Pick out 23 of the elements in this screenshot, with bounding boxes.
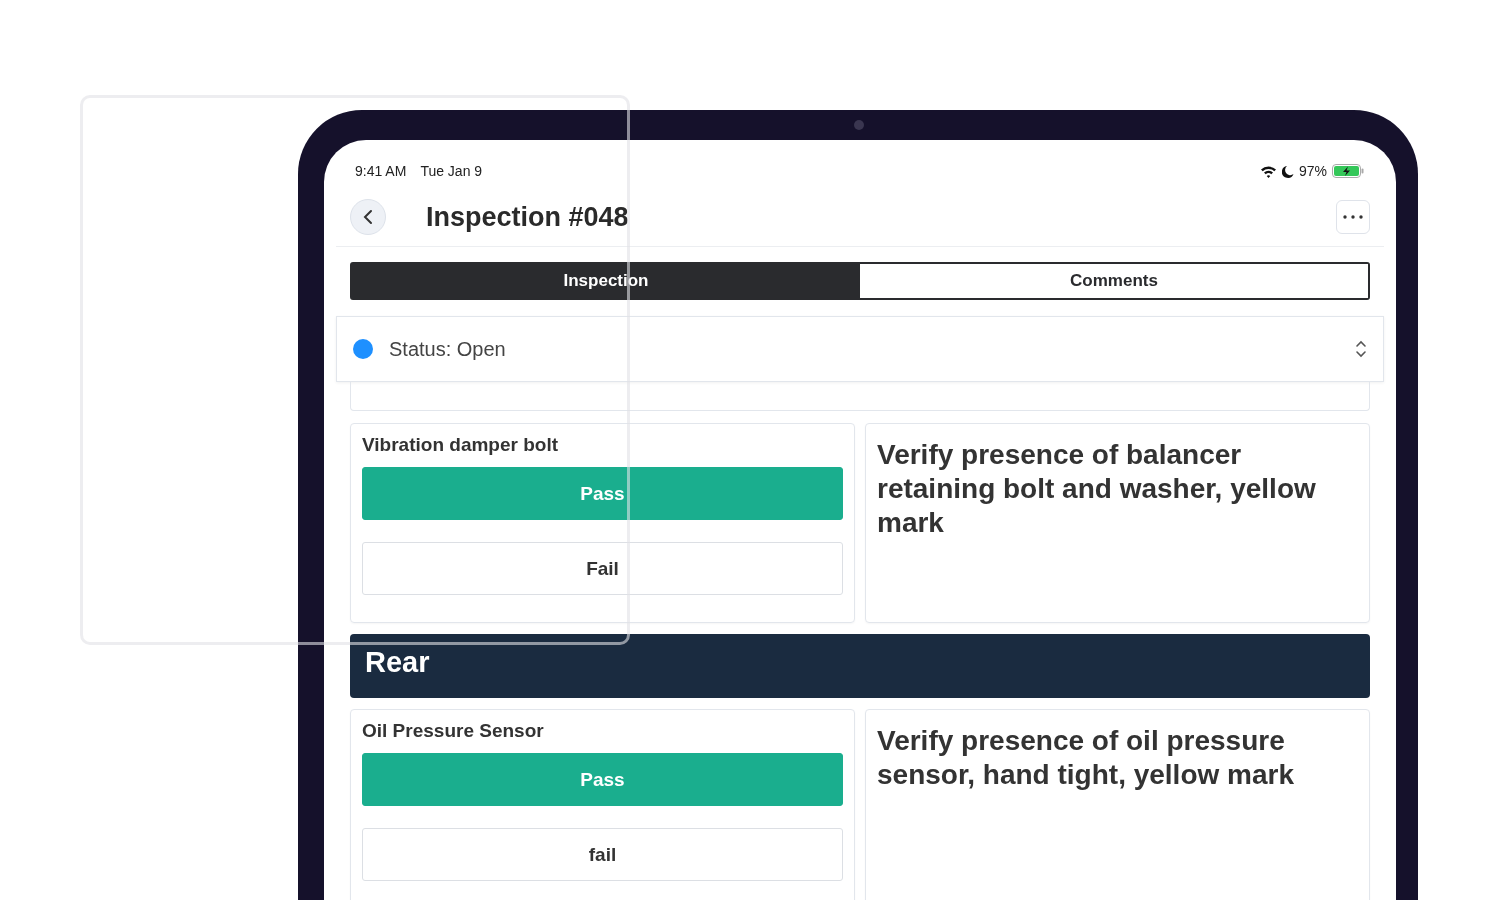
page-title: Inspection #048 (426, 201, 629, 233)
up-down-chevron-icon (1355, 340, 1367, 358)
wifi-icon (1259, 164, 1277, 178)
chevron-left-icon (363, 209, 373, 225)
camera-icon (854, 120, 864, 130)
battery-percent: 97% (1298, 163, 1327, 179)
status-label: Status: Open (389, 337, 506, 361)
section-header: Rear (350, 634, 1370, 698)
more-icon (1343, 215, 1363, 219)
back-button[interactable] (350, 199, 386, 235)
option-button[interactable]: fail (362, 828, 843, 881)
status-time: 9:41 AM (355, 163, 407, 179)
option-button[interactable]: Fail (362, 542, 843, 595)
status-select[interactable]: Status: Open (336, 316, 1384, 382)
check-description: Verify presence of balancer retaining bolt and washer, yellow mark (877, 438, 1317, 540)
status-date: Tue Jan 9 (420, 163, 483, 179)
battery-charging-icon (1332, 164, 1364, 178)
tab[interactable]: Inspection (352, 264, 860, 298)
moon-icon (1281, 164, 1294, 178)
check-description: Verify presence of oil pressure sensor, hand tight, yellow mark (877, 724, 1295, 792)
more-button[interactable] (1336, 200, 1370, 234)
check-name: Oil Pressure Sensor (362, 720, 545, 742)
check-name: Vibration damper bolt (362, 434, 559, 456)
